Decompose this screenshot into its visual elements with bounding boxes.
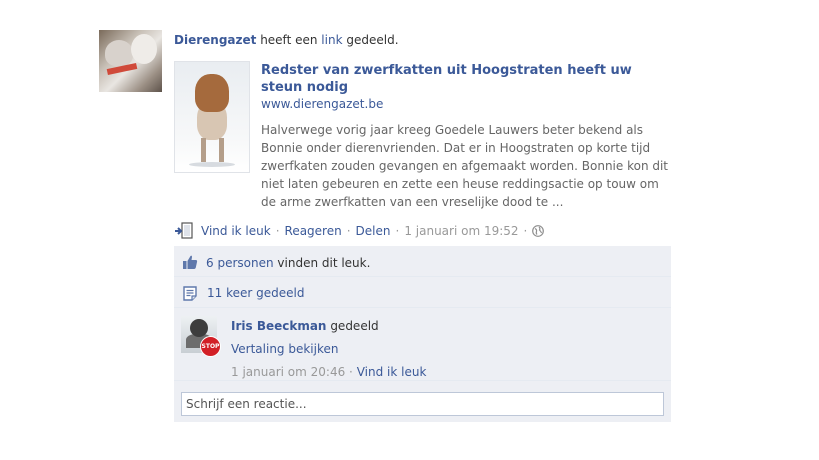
share-entry: STOP Iris Beeckman gedeeld Vertaling bek… (174, 308, 671, 381)
share-timestamp[interactable]: 1 januari om 20:46 (231, 365, 345, 379)
like-link[interactable]: Vind ik leuk (201, 223, 271, 239)
link-domain[interactable]: www.dierengazet.be (261, 97, 383, 111)
separator-dot: · (275, 224, 280, 238)
sharer-name-link[interactable]: Iris Beeckman (231, 319, 326, 333)
separator-dot: · (523, 224, 528, 238)
separator-dot: · (346, 224, 351, 238)
thumbs-up-icon (182, 254, 198, 270)
share-like-link[interactable]: Vind ik leuk (357, 365, 427, 379)
pony-leg-shape (219, 138, 224, 162)
comment-box (181, 392, 664, 416)
headline-verb: heeft een (260, 33, 318, 47)
avatar-cat-shape (131, 34, 157, 64)
author-link[interactable]: Dierengazet (174, 33, 256, 47)
post-timestamp[interactable]: 1 januari om 19:52 (404, 223, 518, 239)
story-actions: Vind ik leuk · Reageren · Delen · 1 janu… (174, 222, 545, 240)
headline-suffix: gedeeld. (346, 33, 399, 47)
feedback-panel: 6 personen vinden dit leuk. 11 keer gede… (174, 246, 671, 422)
likes-row: 6 personen vinden dit leuk. (174, 246, 671, 277)
story-headline: Dierengazet heeft een link gedeeld. (174, 33, 399, 47)
pony-leg-shape (201, 138, 206, 162)
globe-icon[interactable] (532, 225, 545, 237)
shares-row: 11 keer gedeeld (174, 277, 671, 308)
shares-count-link[interactable]: 11 keer gedeeld (207, 286, 304, 300)
likes-suffix: vinden dit leuk. (277, 256, 371, 270)
likes-summary: 6 personen vinden dit leuk. (206, 256, 370, 270)
avatar-head-shape (190, 319, 208, 337)
share-count-icon (182, 285, 198, 301)
translate-link[interactable]: Vertaling bekijken (231, 342, 338, 356)
comment-link[interactable]: Reageren (285, 223, 342, 239)
pony-mane-shape (195, 74, 229, 112)
page-avatar[interactable] (99, 30, 162, 92)
link-description: Halverwege vorig jaar kreeg Goedele Lauw… (261, 123, 669, 209)
comment-input[interactable] (182, 393, 663, 415)
link-title[interactable]: Redster van zwerfkatten uit Hoogstraten … (261, 62, 666, 96)
share-verb: gedeeld (330, 319, 379, 333)
stop-sign-icon: STOP (200, 336, 221, 357)
share-link[interactable]: Delen (356, 223, 391, 239)
share-entry-heading: Iris Beeckman gedeeld (231, 319, 379, 333)
link-share-icon (174, 222, 196, 240)
share-entry-meta: 1 januari om 20:46 · Vind ik leuk (231, 365, 426, 379)
separator-dot: · (349, 365, 353, 379)
avatar-cat-shape (105, 40, 133, 66)
likes-count-link[interactable]: 6 personen (206, 256, 274, 270)
thumbnail-shadow (189, 162, 235, 167)
link-object-link[interactable]: link (321, 33, 342, 47)
link-thumbnail[interactable] (174, 61, 250, 173)
separator-dot: · (395, 224, 400, 238)
